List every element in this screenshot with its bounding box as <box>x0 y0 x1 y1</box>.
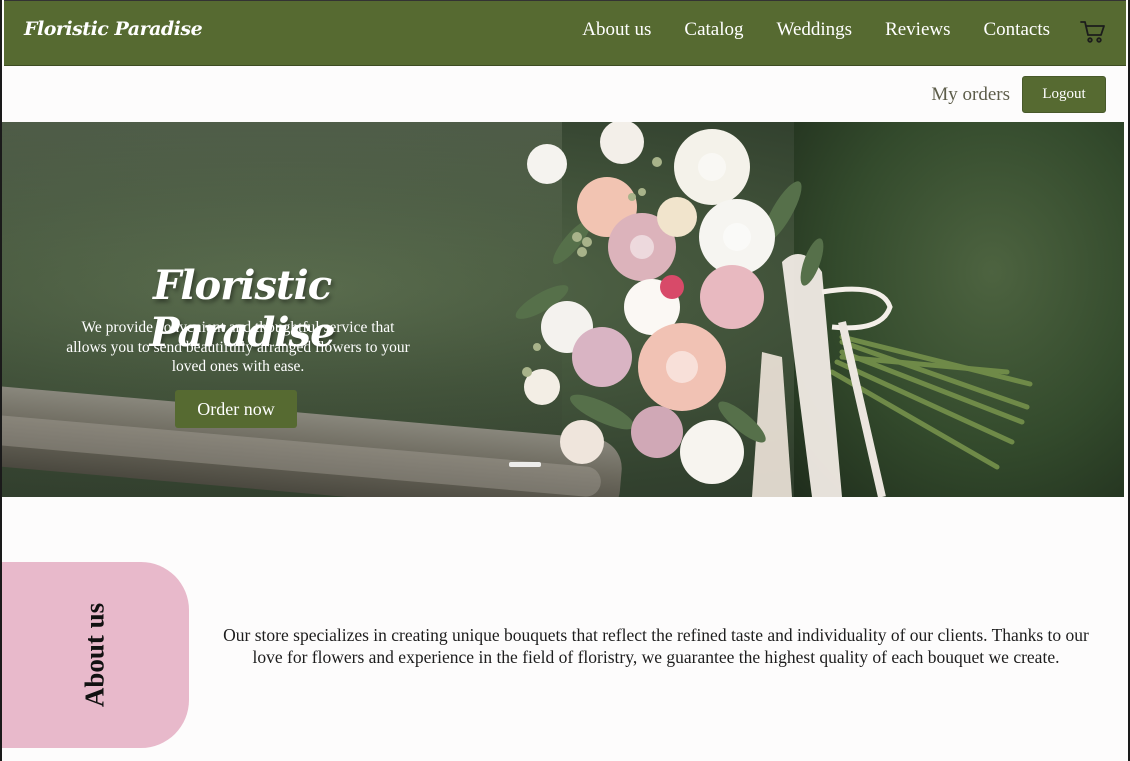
cart-icon[interactable] <box>1080 20 1106 44</box>
about-heading: About us <box>79 602 110 708</box>
nav-weddings[interactable]: Weddings <box>777 19 853 41</box>
about-text: Our store specializes in creating unique… <box>223 625 1089 667</box>
nav-contacts[interactable]: Contacts <box>984 19 1051 41</box>
top-navbar: Floristic Paradise About us Catalog Wedd… <box>4 0 1126 66</box>
order-now-button[interactable]: Order now <box>175 390 297 428</box>
account-bar: My orders Logout <box>2 66 1128 122</box>
carousel-indicator[interactable] <box>509 462 541 467</box>
logout-button[interactable]: Logout <box>1022 76 1106 113</box>
nav-about-us[interactable]: About us <box>582 19 651 41</box>
nav-catalog[interactable]: Catalog <box>684 19 743 41</box>
my-orders-link[interactable]: My orders <box>931 84 1010 106</box>
hero-banner: Floristic Paradise We provide convenient… <box>2 122 1124 497</box>
main-menu: About us Catalog Weddings Reviews Contac… <box>549 19 1050 41</box>
hero-description: We provide convenient and thoughtful ser… <box>66 319 410 375</box>
bouquet-image <box>515 122 1033 497</box>
nav-reviews[interactable]: Reviews <box>885 19 950 41</box>
site-logo[interactable]: Floristic Paradise <box>24 18 203 40</box>
